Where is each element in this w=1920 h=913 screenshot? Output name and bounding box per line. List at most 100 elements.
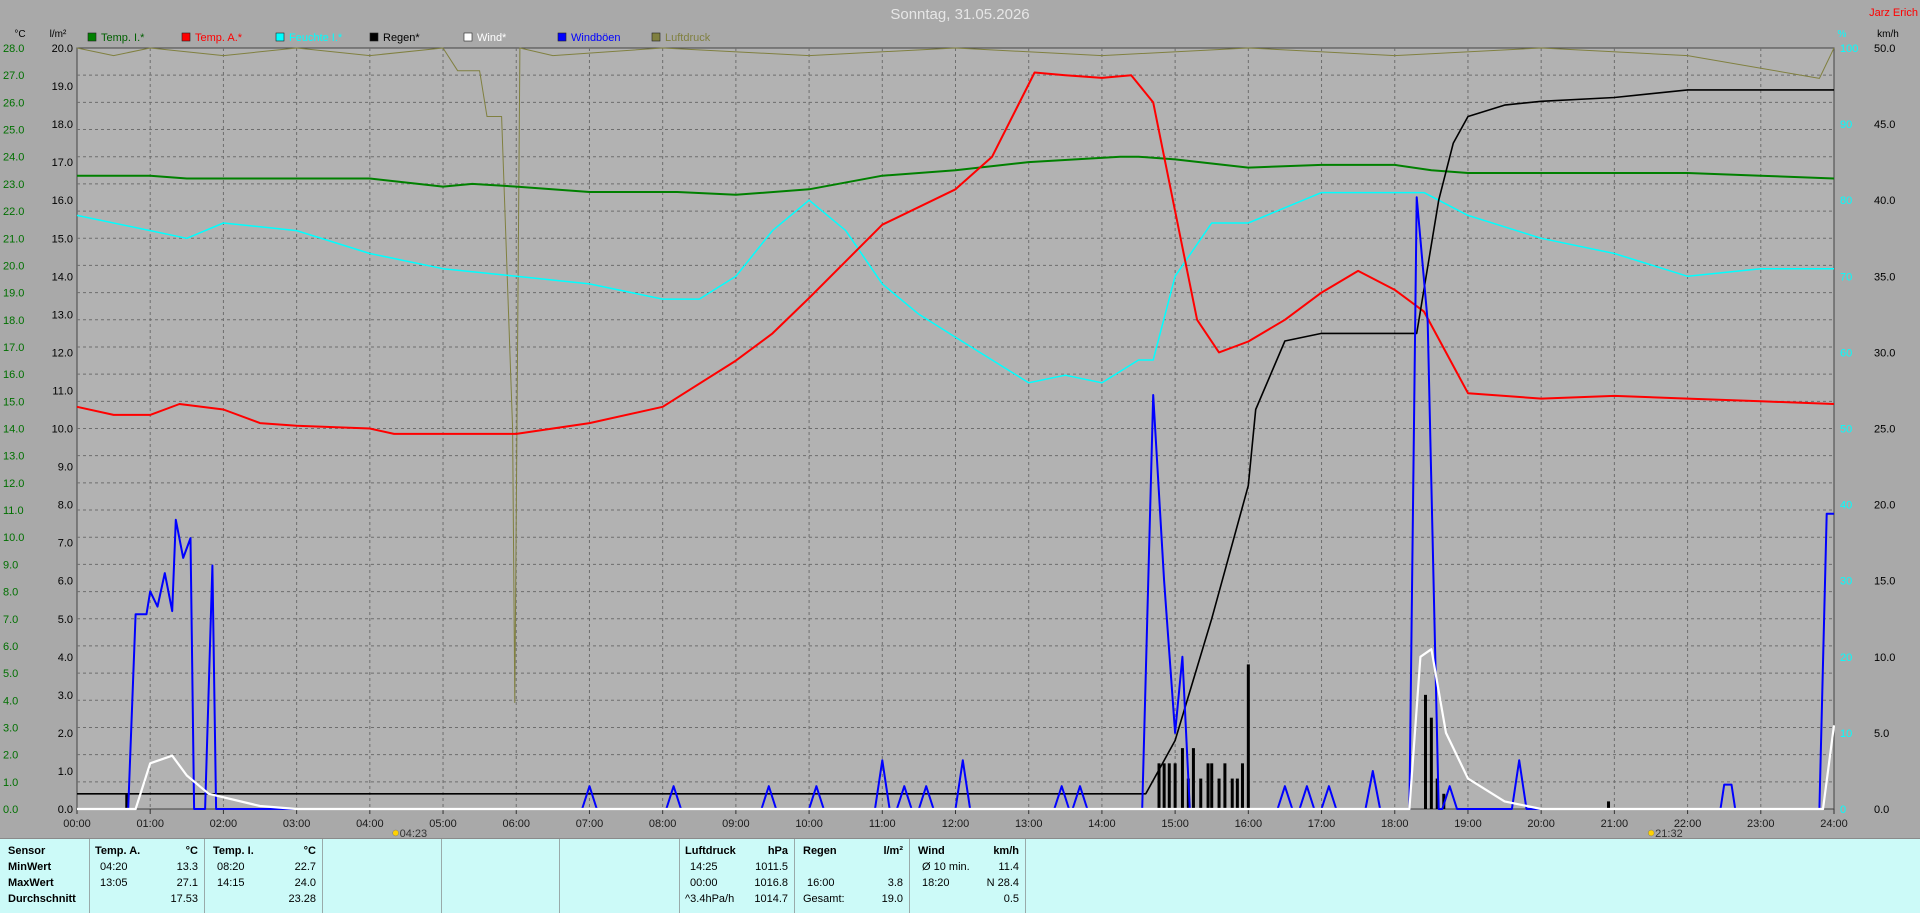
stats-temp-a-unit: °C — [185, 845, 198, 857]
right-hum-tick: 0 — [1840, 804, 1846, 816]
stats-temp-a-col: Temp. A. °C 04:20 13.3 13:05 27.1 17.53 — [90, 839, 205, 913]
right-wind-tick: 40.0 — [1874, 195, 1895, 207]
left-temp-tick: 8.0 — [3, 587, 18, 599]
x-tick-label: 13:00 — [1015, 818, 1043, 830]
right-hum-tick: 90 — [1840, 119, 1852, 131]
stats-rain-col: Regen l/m² 16:00 3.8 Gesamt: 19.0 — [795, 839, 910, 913]
sun-marker-label: 04:23 — [400, 828, 428, 838]
x-tick-label: 16:00 — [1235, 818, 1263, 830]
stats-row-min: MinWert — [8, 861, 52, 873]
left-rain-tick: 17.0 — [52, 157, 73, 169]
stats-pressure-label: Luftdruck — [685, 845, 736, 857]
x-tick-label: 21:00 — [1601, 818, 1629, 830]
right-wind-tick: 20.0 — [1874, 500, 1895, 512]
stats-pressure-max-val: 1016.8 — [754, 877, 788, 889]
legend-item: Regen* — [383, 32, 420, 44]
rain-bar — [1235, 778, 1239, 809]
stats-temp-a-min-val: 13.3 — [176, 861, 198, 873]
stats-pressure-unit: hPa — [767, 845, 788, 857]
x-tick-label: 14:00 — [1088, 818, 1116, 830]
left-temp-tick: 2.0 — [3, 750, 18, 762]
left-temp-tick: 18.0 — [3, 315, 24, 327]
left-temp-tick: 11.0 — [3, 505, 24, 517]
x-tick-label: 11:00 — [869, 818, 896, 830]
left-temp-tick: 5.0 — [3, 668, 18, 680]
left-rain-tick: 13.0 — [52, 309, 73, 321]
right-hum-unit: % — [1838, 29, 1847, 40]
stats-wind-unit: km/h — [993, 845, 1019, 857]
stats-sensor-header: Sensor — [8, 845, 46, 857]
x-tick-label: 01:00 — [136, 818, 164, 830]
right-wind-tick: 0.0 — [1874, 804, 1889, 816]
left-temp-tick: 10.0 — [3, 532, 24, 544]
rain-bar — [1217, 778, 1221, 809]
stats-temp-a-max-val: 27.1 — [176, 877, 198, 889]
stats-temp-i-min-val: 22.7 — [294, 861, 316, 873]
left-rain-tick: 18.0 — [52, 119, 73, 131]
left-temp-tick: 24.0 — [3, 152, 24, 164]
station-name: Jarz Erich — [1869, 7, 1918, 19]
x-tick-label: 03:00 — [283, 818, 311, 830]
legend-item: Luftdruck — [665, 32, 711, 44]
stats-temp-a-max-time: 13:05 — [100, 877, 128, 889]
left-rain-tick: 3.0 — [58, 690, 73, 702]
stats-pressure-trend-val: 1014.7 — [754, 893, 788, 905]
stats-temp-i-max-time: 14:15 — [217, 877, 245, 889]
left-temp-tick: 19.0 — [3, 288, 24, 300]
left-temp-tick: 25.0 — [3, 125, 24, 137]
left-temp-tick: 22.0 — [3, 206, 24, 218]
legend-swatch — [87, 32, 97, 42]
legend-swatch — [651, 32, 661, 42]
stats-row-max: MaxWert — [8, 877, 54, 889]
rain-bar — [1191, 748, 1195, 809]
left-rain-tick: 15.0 — [52, 233, 73, 245]
left-temp-tick: 1.0 — [3, 777, 18, 789]
left-rain-tick: 11.0 — [52, 385, 73, 397]
x-tick-label: 15:00 — [1161, 818, 1189, 830]
stats-rain-unit: l/m² — [883, 845, 903, 857]
stats-wind-avg-day: 0.5 — [1003, 893, 1019, 905]
right-wind-tick: 45.0 — [1874, 119, 1895, 131]
stats-temp-i-unit: °C — [303, 845, 316, 857]
x-tick-label: 19:00 — [1454, 818, 1482, 830]
right-hum-tick: 20 — [1840, 652, 1852, 664]
chart-title: Sonntag, 31.05.2026 — [890, 6, 1029, 23]
right-wind-tick: 15.0 — [1874, 576, 1895, 588]
left-temp-tick: 13.0 — [3, 451, 24, 463]
left-rain-tick: 20.0 — [52, 43, 73, 55]
legend-swatch — [181, 32, 191, 42]
rain-bar — [1223, 763, 1227, 809]
stats-rain-total-val: 19.0 — [881, 893, 903, 905]
sun-marker-label: 21:32 — [1655, 828, 1683, 838]
right-wind-tick: 5.0 — [1874, 728, 1889, 740]
legend-swatch — [463, 32, 473, 42]
stats-temp-a-min-time: 04:20 — [100, 861, 128, 873]
x-tick-label: 02:00 — [210, 818, 238, 830]
right-hum-tick: 100 — [1840, 43, 1858, 55]
left-rain-tick: 0.0 — [58, 804, 73, 816]
x-tick-label: 10:00 — [795, 818, 823, 830]
stats-pressure-max-time: 00:00 — [690, 877, 718, 889]
left-temp-unit: °C — [14, 29, 25, 40]
x-tick-label: 12:00 — [942, 818, 970, 830]
legend-item: Feuchte I.* — [289, 32, 343, 44]
right-wind-tick: 25.0 — [1874, 424, 1895, 436]
right-hum-tick: 80 — [1840, 195, 1852, 207]
stats-temp-a-label: Temp. A. — [95, 845, 141, 857]
legend-swatch — [557, 32, 567, 42]
stats-pressure-min-val: 1011.5 — [755, 861, 788, 873]
right-wind-tick: 50.0 — [1874, 43, 1895, 55]
legend: Temp. I.* Temp. A.* Feuchte I.* Regen* Wind*… — [87, 32, 711, 44]
stats-rain-max-time: 16:00 — [807, 877, 835, 889]
rain-bar — [1429, 717, 1433, 809]
x-tick-label: 06:00 — [502, 818, 530, 830]
left-temp-tick: 17.0 — [3, 342, 24, 354]
stats-wind-col: Wind km/h Ø 10 min. 11.4 18:20 N 28.4 0.… — [910, 839, 1026, 913]
stats-wind-label: Wind — [918, 845, 945, 857]
left-temp-tick: 14.0 — [3, 424, 24, 436]
stats-pressure-min-time: 14:25 — [690, 861, 718, 873]
right-wind-tick: 10.0 — [1874, 652, 1895, 664]
stats-rain-max-val: 3.8 — [887, 877, 903, 889]
x-tick-label: 09:00 — [722, 818, 750, 830]
legend-item: Wind* — [477, 32, 507, 44]
